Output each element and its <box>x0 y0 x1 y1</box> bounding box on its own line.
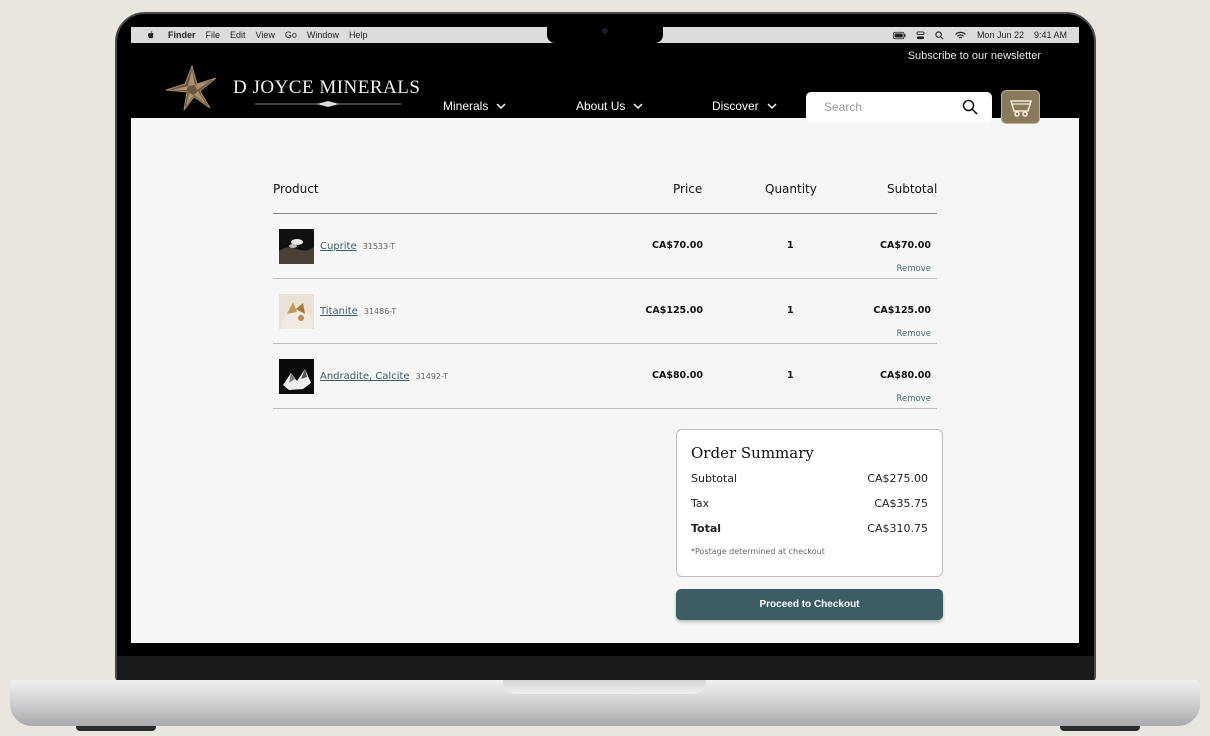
header-price: Price <box>673 182 703 196</box>
summary-tax-label: Tax <box>691 497 710 510</box>
control-center-icon[interactable] <box>916 30 925 40</box>
summary-subtotal-row: Subtotal CA$275.00 <box>691 472 928 485</box>
summary-subtotal-label: Subtotal <box>691 472 738 485</box>
logo-text[interactable]: D JOYCE MINERALS <box>233 77 420 99</box>
menu-view[interactable]: View <box>256 30 275 40</box>
remove-item-link[interactable]: Remove <box>897 329 932 339</box>
apple-icon[interactable] <box>146 30 156 40</box>
product-name[interactable]: Andradite, Calcite <box>320 371 410 382</box>
product-name[interactable]: Cuprite <box>320 241 357 252</box>
remove-item-link[interactable]: Remove <box>897 264 932 274</box>
item-price: CA$70.00 <box>652 240 703 251</box>
battery-icon[interactable] <box>892 31 906 40</box>
spotlight-icon[interactable] <box>935 30 944 40</box>
product-sku: 31486-T <box>363 307 397 316</box>
wifi-icon[interactable] <box>954 31 967 40</box>
nav-about-us-label: About Us <box>576 99 626 113</box>
camera-icon <box>602 28 608 34</box>
laptop-foot-left <box>76 726 156 731</box>
site-header: Subscribe to our newsletter D JOYCE MINE… <box>131 43 1079 124</box>
header-product: Product <box>273 182 319 196</box>
item-subtotal: CA$80.00 <box>880 370 931 381</box>
header-quantity: Quantity <box>765 182 817 196</box>
postage-note: *Postage determined at checkout <box>691 547 825 556</box>
search-input[interactable] <box>824 100 954 114</box>
nav-minerals[interactable]: Minerals <box>443 99 506 113</box>
menu-status-area: Mon Jun 22 9:41 AM <box>892 30 1067 40</box>
search-box <box>806 92 992 122</box>
clock-date: Mon Jun 22 <box>976 30 1024 40</box>
cart-icon <box>1009 100 1032 117</box>
item-price: CA$125.00 <box>645 305 703 316</box>
chevron-down-icon <box>496 102 506 109</box>
remove-item-link[interactable]: Remove <box>897 394 932 404</box>
item-quantity[interactable]: 1 <box>787 240 794 251</box>
chevron-down-icon <box>767 102 777 109</box>
product-thumbnail[interactable] <box>279 229 314 264</box>
nav-discover-label: Discover <box>712 99 759 113</box>
nav-minerals-label: Minerals <box>443 99 489 113</box>
proceed-to-checkout-button[interactable]: Proceed to Checkout <box>676 589 943 620</box>
cart-row: Titanite 31486-T CA$125.00 1 CA$125.00 Re… <box>273 279 937 344</box>
product-sku: 31533-T <box>362 242 396 251</box>
cart-row: Andradite, Calcite 31492-T CA$80.00 1 CA$… <box>273 344 937 409</box>
summary-total-label: Total <box>691 522 722 535</box>
chevron-down-icon <box>633 102 643 109</box>
clock-time: 9:41 AM <box>1033 30 1067 40</box>
item-quantity[interactable]: 1 <box>787 370 794 381</box>
order-summary: Order Summary Subtotal CA$275.00 Tax CA$… <box>676 429 943 577</box>
product-thumbnail[interactable] <box>279 294 314 329</box>
laptop-chin <box>117 656 1094 682</box>
summary-subtotal-value: CA$275.00 <box>867 472 928 485</box>
nav-discover[interactable]: Discover <box>712 99 777 113</box>
item-subtotal: CA$125.00 <box>873 305 931 316</box>
item-quantity[interactable]: 1 <box>787 305 794 316</box>
product-name-link[interactable]: Titanite 31486-T <box>320 306 396 317</box>
summary-tax-row: Tax CA$35.75 <box>691 497 928 510</box>
header-subtotal: Subtotal <box>887 182 938 196</box>
logo-mineral-icon[interactable] <box>164 65 220 111</box>
item-price: CA$80.00 <box>652 370 703 381</box>
nav-about-us[interactable]: About Us <box>576 99 643 113</box>
product-name-link[interactable]: Andradite, Calcite 31492-T <box>320 371 448 382</box>
menu-go[interactable]: Go <box>285 30 297 40</box>
summary-total-value: CA$310.75 <box>867 522 928 535</box>
search-icon[interactable] <box>962 99 978 115</box>
summary-total-row: Total CA$310.75 <box>691 522 928 535</box>
menu-finder[interactable]: Finder <box>168 30 196 40</box>
order-summary-title: Order Summary <box>691 444 814 462</box>
screen: Finder File Edit View Go Window Help Mon… <box>131 27 1079 643</box>
menu-edit[interactable]: Edit <box>230 30 246 40</box>
product-thumbnail[interactable] <box>279 359 314 394</box>
item-subtotal: CA$70.00 <box>880 240 931 251</box>
laptop-base-notch <box>503 680 706 694</box>
product-sku: 31492-T <box>415 372 449 381</box>
newsletter-link[interactable]: Subscribe to our newsletter <box>908 50 1041 62</box>
logo-underline-ornament <box>255 101 401 107</box>
product-name[interactable]: Titanite <box>320 306 358 317</box>
summary-tax-value: CA$35.75 <box>874 497 928 510</box>
product-name-link[interactable]: Cuprite 31533-T <box>320 241 395 252</box>
cart-button[interactable] <box>1001 90 1040 124</box>
menu-help[interactable]: Help <box>349 30 368 40</box>
cart-row: Cuprite 31533-T CA$70.00 1 CA$70.00 Remov… <box>273 214 937 279</box>
menu-window[interactable]: Window <box>307 30 339 40</box>
menu-file[interactable]: File <box>206 30 221 40</box>
laptop-foot-right <box>1060 726 1140 731</box>
